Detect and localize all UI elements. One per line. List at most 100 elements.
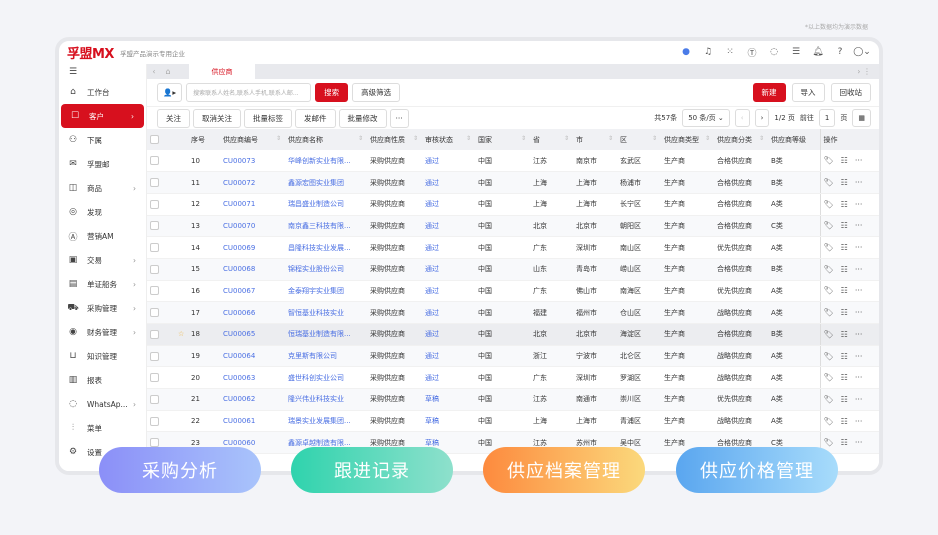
sort-icon[interactable]: ⇕ (608, 135, 613, 142)
feature-pill[interactable]: 供应价格管理 (676, 447, 838, 493)
tag-icon[interactable]: 🏷︎ (824, 373, 834, 382)
sort-icon[interactable]: ⇕ (521, 135, 526, 142)
recycle-bin-button[interactable]: 回收站 (830, 83, 871, 102)
sort-icon[interactable]: ⇕ (358, 135, 363, 142)
supplier-code[interactable]: CU00064 (220, 345, 285, 368)
audit-status[interactable]: 通过 (422, 193, 475, 216)
tag-icon[interactable]: 🏷︎ (824, 438, 834, 447)
star-icon[interactable] (175, 388, 188, 411)
star-icon[interactable] (175, 150, 188, 173)
audit-status[interactable]: 通过 (422, 150, 475, 173)
row-checkbox[interactable] (147, 366, 175, 390)
table-row[interactable]: 16 CU00067 金泰翔宇实业集团 采购供应商 通过 中国 广东 佛山市 南海区 生产商 优先供… (147, 280, 879, 303)
tag-icon[interactable]: 🏷︎ (824, 330, 834, 339)
audit-status[interactable]: 草稿 (422, 410, 475, 433)
column-header[interactable]: 供应商性质 ⇕ (367, 129, 422, 150)
task-list-icon[interactable]: ☰ (789, 45, 803, 59)
sort-icon[interactable]: ⇕ (276, 135, 281, 142)
star-icon[interactable] (175, 280, 188, 303)
supplier-name[interactable]: 华峰创新实业有限... (285, 150, 367, 173)
sidebar-item-mail[interactable]: ✉ 孚盟邮 (59, 152, 146, 176)
audit-status[interactable]: 通过 (422, 323, 475, 346)
supplier-code[interactable]: CU00062 (220, 388, 285, 411)
row-checkbox[interactable] (147, 410, 175, 433)
toolbar-button[interactable]: 批量修改 (338, 108, 387, 128)
column-settings-icon[interactable]: ▦ (852, 109, 871, 127)
audit-status[interactable]: 通过 (422, 215, 475, 238)
feature-pill[interactable]: 采购分析 (99, 447, 261, 493)
audit-status[interactable]: 通过 (422, 366, 475, 390)
sidebar-item-marketing[interactable]: Ⓐ 营销AM (59, 224, 146, 248)
supplier-name[interactable]: 盛世科创实业公司 (285, 366, 367, 390)
tag-icon[interactable]: 🏷︎ (824, 221, 834, 230)
sidebar-item-knowledge[interactable]: ⊔ 知识管理 (59, 344, 146, 368)
record-list-icon[interactable]: ☷ (841, 243, 848, 252)
more-icon[interactable]: ··· (855, 156, 863, 165)
supplier-code[interactable]: CU00068 (220, 258, 285, 281)
star-icon[interactable] (175, 345, 188, 368)
column-header[interactable]: 国家 ⇕ (475, 129, 530, 150)
more-icon[interactable]: ··· (855, 265, 863, 274)
column-header[interactable]: 区 ⇕ (617, 129, 661, 150)
more-icon[interactable]: ··· (855, 308, 863, 317)
record-list-icon[interactable]: ☷ (841, 178, 848, 187)
more-icon[interactable]: ··· (855, 395, 863, 404)
row-checkbox[interactable] (147, 215, 175, 238)
supplier-name[interactable]: 克里斯有限公司 (285, 345, 367, 368)
more-icon[interactable]: ··· (855, 200, 863, 209)
sort-icon[interactable]: ⇕ (705, 135, 710, 142)
headset-icon[interactable]: ♫ (701, 45, 715, 59)
menu-collapse-icon[interactable]: ☰ (59, 64, 146, 80)
supplier-code[interactable]: CU00072 (220, 171, 285, 194)
contact-filter-button[interactable]: 👤▸ (157, 83, 183, 102)
row-checkbox[interactable] (147, 323, 175, 346)
column-header[interactable]: 供应商等级 (768, 129, 820, 150)
supplier-name[interactable]: 瑞昌盛业制造公司 (285, 193, 367, 216)
help-icon[interactable]: ? (833, 45, 847, 59)
table-row[interactable]: 10 CU00073 华峰创新实业有限... 采购供应商 通过 中国 江苏 南京市 玄武区 生产商… (147, 150, 879, 173)
row-checkbox[interactable] (147, 280, 175, 303)
row-checkbox[interactable] (147, 236, 175, 259)
tag-icon[interactable]: 🏷︎ (824, 243, 834, 252)
sidebar-item-home[interactable]: ⌂ 工作台 (59, 80, 146, 104)
column-header[interactable]: 省 ⇕ (530, 129, 573, 150)
more-icon[interactable]: ··· (855, 221, 863, 230)
search-input[interactable]: 搜索联系人姓名,联系人手机,联系人邮... (186, 83, 312, 102)
more-icon[interactable]: ··· (855, 373, 863, 382)
supplier-name[interactable]: 锦程实业股份公司 (285, 258, 367, 281)
supplier-name[interactable]: 南京鑫三科技有限... (285, 215, 367, 238)
audit-status[interactable]: 通过 (422, 345, 475, 368)
record-list-icon[interactable]: ☷ (841, 200, 848, 209)
supplier-code[interactable]: CU00063 (220, 366, 285, 390)
audit-status[interactable]: 通过 (422, 171, 475, 194)
table-row[interactable]: 21 CU00062 隆兴伟业科技实业 采购供应商 草稿 中国 江苏 南通市 崇川区 生产商 优先供… (147, 388, 879, 411)
tag-icon[interactable]: 🏷︎ (824, 395, 834, 404)
audit-status[interactable]: 通过 (422, 280, 475, 303)
star-icon[interactable] (175, 236, 188, 259)
more-icon[interactable]: ··· (855, 417, 863, 426)
sidebar-item-trade[interactable]: ▣ 交易 › (59, 248, 146, 272)
toolbar-button[interactable]: 关注 (157, 108, 190, 128)
sidebar-item-discover[interactable]: ◎ 发现 (59, 200, 146, 224)
supplier-code[interactable]: CU00070 (220, 215, 285, 238)
sidebar-item-finance[interactable]: ◉ 财务管理 › (59, 320, 146, 344)
table-row[interactable]: 12 CU00071 瑞昌盛业制造公司 采购供应商 通过 中国 上海 上海市 长宁区 生产商 合格供… (147, 193, 879, 216)
record-list-icon[interactable]: ☷ (841, 417, 848, 426)
tag-icon[interactable]: 🏷︎ (824, 286, 834, 295)
row-checkbox[interactable] (147, 301, 175, 324)
row-checkbox[interactable] (147, 171, 175, 194)
star-icon[interactable] (175, 366, 188, 390)
supplier-code[interactable]: CU00061 (220, 410, 285, 433)
supplier-code[interactable]: CU00071 (220, 193, 285, 216)
tab-back-icon[interactable]: ‹ (147, 67, 161, 76)
tag-icon[interactable]: 🏷︎ (824, 178, 834, 187)
sort-icon[interactable]: ⇕ (652, 135, 657, 142)
new-button[interactable]: 新建 (752, 83, 786, 102)
sidebar-item-purchase[interactable]: ⛟ 采购管理 › (59, 296, 146, 320)
table-row[interactable]: ☆ 18 CU00065 恒瑞基业制造有限... 采购供应商 通过 中国 北京 北京市 海淀区 生产… (147, 323, 879, 346)
row-checkbox[interactable] (147, 388, 175, 411)
select-all-checkbox[interactable] (147, 129, 175, 150)
star-icon[interactable] (175, 301, 188, 324)
sidebar-item-subordinate[interactable]: ⚇ 下属 (59, 128, 146, 152)
tag-icon[interactable]: 🏷︎ (824, 156, 834, 165)
